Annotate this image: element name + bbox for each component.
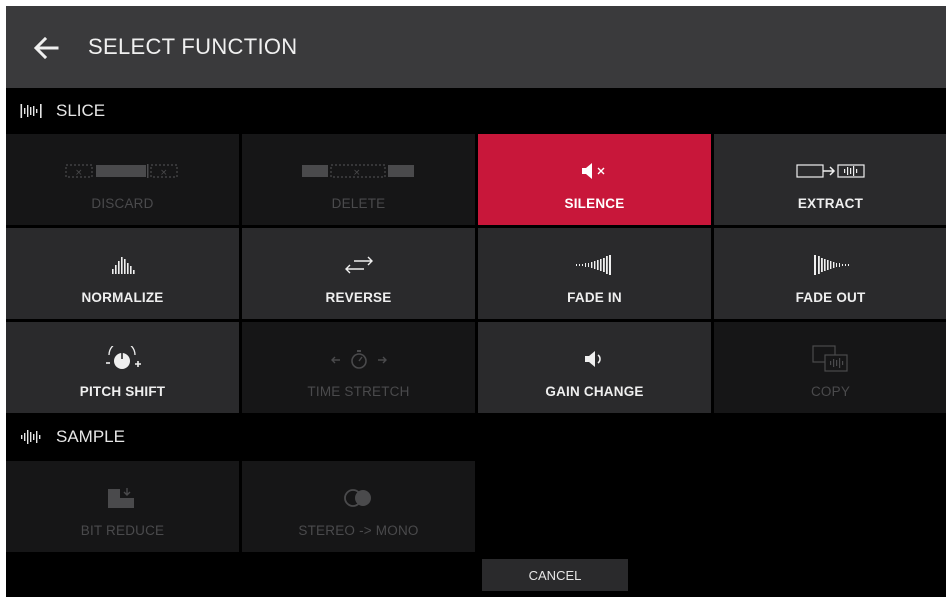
header-bar: SELECT FUNCTION: [6, 6, 946, 88]
function-tile-label: STEREO -> MONO: [298, 523, 419, 538]
function-tile-label: NORMALIZE: [81, 290, 164, 305]
function-tile-bit-reduce[interactable]: BIT REDUCE: [6, 461, 239, 552]
function-tile-reverse[interactable]: REVERSE: [242, 228, 475, 319]
fade-in-icon: [478, 252, 711, 278]
slice-waveform-icon: [20, 103, 42, 119]
pitch-knob-icon: [6, 346, 239, 372]
function-tile-label: SILENCE: [564, 196, 625, 211]
function-tile-delete[interactable]: × DELETE: [242, 134, 475, 225]
select-function-screen: SELECT FUNCTION SLICE × × DISCARD × DELE…: [6, 6, 946, 597]
function-tile-fade-out[interactable]: FADE OUT: [714, 228, 946, 319]
function-tile-label: EXTRACT: [797, 196, 864, 211]
function-tile-normalize[interactable]: NORMALIZE: [6, 228, 239, 319]
normalize-icon: [6, 252, 239, 278]
function-tile-time-stretch[interactable]: TIME STRETCH: [242, 322, 475, 413]
function-tile-label: GAIN CHANGE: [545, 384, 644, 399]
delete-icon: ×: [242, 158, 475, 184]
page-title: SELECT FUNCTION: [88, 34, 298, 59]
arrow-left-icon: [33, 37, 59, 59]
stopwatch-icon: [242, 346, 475, 372]
function-tile-label: FADE OUT: [795, 290, 866, 305]
copy-icon: [714, 345, 946, 372]
speaker-icon: [478, 346, 711, 372]
section-header-sample: SAMPLE: [6, 416, 946, 458]
function-tile-label: FADE IN: [567, 290, 622, 305]
function-tile-gain-change[interactable]: GAIN CHANGE: [478, 322, 711, 413]
function-tile-label: DISCARD: [91, 196, 154, 211]
function-tile-label: PITCH SHIFT: [79, 384, 166, 399]
section-label-sample: SAMPLE: [56, 427, 125, 446]
function-tile-discard[interactable]: × × DISCARD: [6, 134, 239, 225]
speaker-mute-icon: [478, 158, 711, 184]
svg-text:×: ×: [353, 168, 361, 178]
function-tile-label: TIME STRETCH: [307, 384, 410, 399]
sample-waveform-icon: [20, 429, 42, 445]
cancel-button[interactable]: CANCEL: [482, 559, 628, 591]
reverse-arrows-icon: [242, 252, 475, 278]
function-tile-label: COPY: [810, 384, 851, 399]
function-tile-extract[interactable]: EXTRACT: [714, 134, 946, 225]
stereo-mono-icon: [242, 485, 475, 511]
fade-out-icon: [714, 252, 946, 278]
function-tile-label: DELETE: [331, 196, 386, 211]
discard-icon: × ×: [6, 158, 239, 184]
section-label-slice: SLICE: [56, 101, 106, 120]
function-tile-silence[interactable]: SILENCE: [478, 134, 711, 225]
svg-text:×: ×: [75, 168, 83, 178]
function-tile-stereo-mono[interactable]: STEREO -> MONO: [242, 461, 475, 552]
back-button[interactable]: [26, 28, 66, 68]
svg-text:×: ×: [160, 168, 168, 178]
function-tile-label: REVERSE: [325, 290, 392, 305]
function-tile-pitch-shift[interactable]: PITCH SHIFT: [6, 322, 239, 413]
section-header-slice: SLICE: [6, 90, 946, 132]
function-tile-copy[interactable]: COPY: [714, 322, 946, 413]
bit-reduce-icon: [6, 485, 239, 511]
function-tile-fade-in[interactable]: FADE IN: [478, 228, 711, 319]
extract-icon: [714, 158, 946, 184]
function-tile-label: BIT REDUCE: [80, 523, 165, 538]
